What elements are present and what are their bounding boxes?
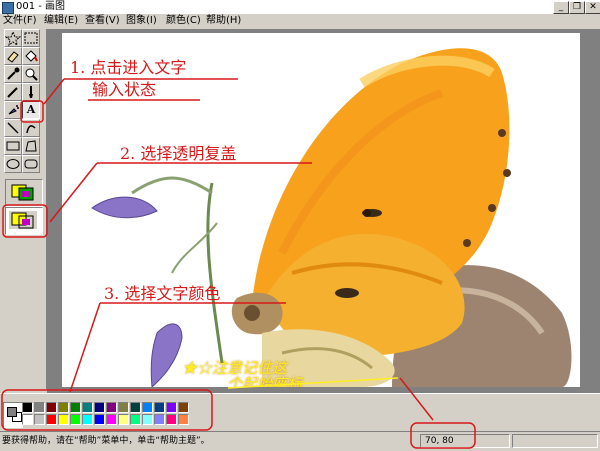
star-select-icon — [4, 30, 22, 47]
magnifier-tool[interactable] — [22, 65, 40, 83]
pencil-icon — [7, 87, 18, 98]
menu-view[interactable]: 查看(V) — [85, 14, 120, 28]
step2-label: 2. 选择透明复盖 — [120, 144, 237, 163]
color-swatch[interactable] — [46, 414, 57, 425]
airbrush-icon — [8, 105, 19, 115]
fill-tool[interactable] — [22, 47, 40, 65]
transparent-text-icon — [9, 211, 37, 229]
color-swatch[interactable] — [22, 402, 33, 413]
polygon-tool[interactable] — [22, 137, 40, 155]
curve-icon — [26, 125, 36, 134]
window-title: 001 - 画图 — [16, 1, 66, 12]
menu-edit[interactable]: 编辑(E) — [44, 14, 78, 28]
pencil-tool[interactable] — [4, 83, 22, 101]
status-help-text: 要获得帮助，请在“帮助”菜单中，单击“帮助主题”。 — [2, 436, 210, 446]
close-button[interactable]: ✕ — [585, 1, 600, 14]
menu-image[interactable]: 图象(I) — [126, 14, 157, 28]
rectangle-icon — [6, 141, 20, 151]
rounded-rectangle-icon — [24, 159, 38, 169]
foreground-color[interactable] — [7, 407, 17, 417]
minimize-button[interactable]: _ — [553, 1, 569, 14]
step1-line1: 1. 点击进入文字 — [70, 58, 187, 77]
opaque-text-icon — [9, 183, 37, 201]
free-select-tool[interactable] — [4, 29, 22, 47]
color-swatch[interactable] — [70, 414, 81, 425]
polygon-icon — [25, 140, 37, 152]
magnifier-icon — [25, 68, 38, 81]
status-bar: 要获得帮助，请在“帮助”菜单中，单击“帮助主题”。 70, 80 — [0, 431, 600, 451]
transparent-background-option[interactable] — [5, 207, 43, 235]
eraser-tool[interactable] — [4, 47, 22, 65]
eyedropper-icon — [7, 67, 20, 80]
color-swatch[interactable] — [118, 414, 129, 425]
note-line-2: 个起始座标 — [227, 375, 303, 387]
color-swatch[interactable] — [178, 414, 189, 425]
brush-icon — [29, 86, 33, 98]
curve-tool[interactable] — [22, 119, 40, 137]
paint-app-icon — [2, 2, 14, 14]
cursor-coordinates: 70, 80 — [420, 434, 510, 448]
eraser-icon — [7, 51, 19, 63]
color-swatch[interactable] — [34, 402, 45, 413]
color-swatch[interactable] — [46, 402, 57, 413]
rounded-rectangle-tool[interactable] — [22, 155, 40, 173]
color-swatch[interactable] — [34, 414, 45, 425]
color-swatch[interactable] — [106, 414, 117, 425]
color-swatch[interactable] — [166, 414, 177, 425]
color-swatch[interactable] — [142, 402, 153, 413]
selection-size-panel — [512, 434, 598, 448]
color-swatch[interactable] — [166, 402, 177, 413]
color-swatch[interactable] — [154, 402, 165, 413]
rect-select-icon — [24, 32, 38, 44]
color-swatch[interactable] — [130, 402, 141, 413]
menu-help[interactable]: 帮助(H) — [206, 14, 241, 28]
color-swatch[interactable] — [106, 402, 117, 413]
menu-file[interactable]: 文件(F) — [3, 14, 37, 28]
color-swatch[interactable] — [118, 402, 129, 413]
color-swatch[interactable] — [22, 414, 33, 425]
ellipse-icon — [6, 159, 20, 169]
rect-select-tool[interactable] — [22, 29, 40, 47]
menu-colors[interactable]: 颜色(C) — [166, 14, 201, 28]
step1-line2: 输入状态 — [92, 80, 157, 99]
color-swatch[interactable] — [58, 402, 69, 413]
title-bar: 001 - 画图 _ ❐ ✕ — [0, 0, 600, 15]
restore-button[interactable]: ❐ — [569, 1, 585, 14]
line-tool[interactable] — [4, 119, 22, 137]
color-swatch[interactable] — [70, 402, 81, 413]
color-swatch[interactable] — [58, 414, 69, 425]
brush-tool[interactable] — [22, 83, 40, 101]
color-swatch[interactable] — [142, 414, 153, 425]
step3-label: 3. 选择文字颜色 — [104, 284, 221, 303]
opaque-background-option[interactable] — [5, 179, 43, 207]
color-swatch[interactable] — [94, 414, 105, 425]
color-swatch[interactable] — [82, 402, 93, 413]
current-colors[interactable] — [3, 402, 23, 428]
menu-bar: 文件(F) 编辑(E) 查看(V) 图象(I) 颜色(C) 帮助(H) — [0, 14, 600, 28]
line-icon — [7, 122, 19, 134]
rectangle-tool[interactable] — [4, 137, 22, 155]
color-swatch[interactable] — [178, 402, 189, 413]
color-swatch[interactable] — [94, 402, 105, 413]
color-swatch[interactable] — [82, 414, 93, 425]
toolbox: A — [0, 29, 47, 389]
text-tool[interactable]: A — [22, 101, 40, 119]
color-swatch[interactable] — [154, 414, 165, 425]
color-swatch[interactable] — [130, 414, 141, 425]
paint-bucket-icon — [25, 50, 38, 62]
ellipse-tool[interactable] — [4, 155, 22, 173]
airbrush-tool[interactable] — [4, 101, 22, 119]
color-picker-tool[interactable] — [4, 65, 22, 83]
